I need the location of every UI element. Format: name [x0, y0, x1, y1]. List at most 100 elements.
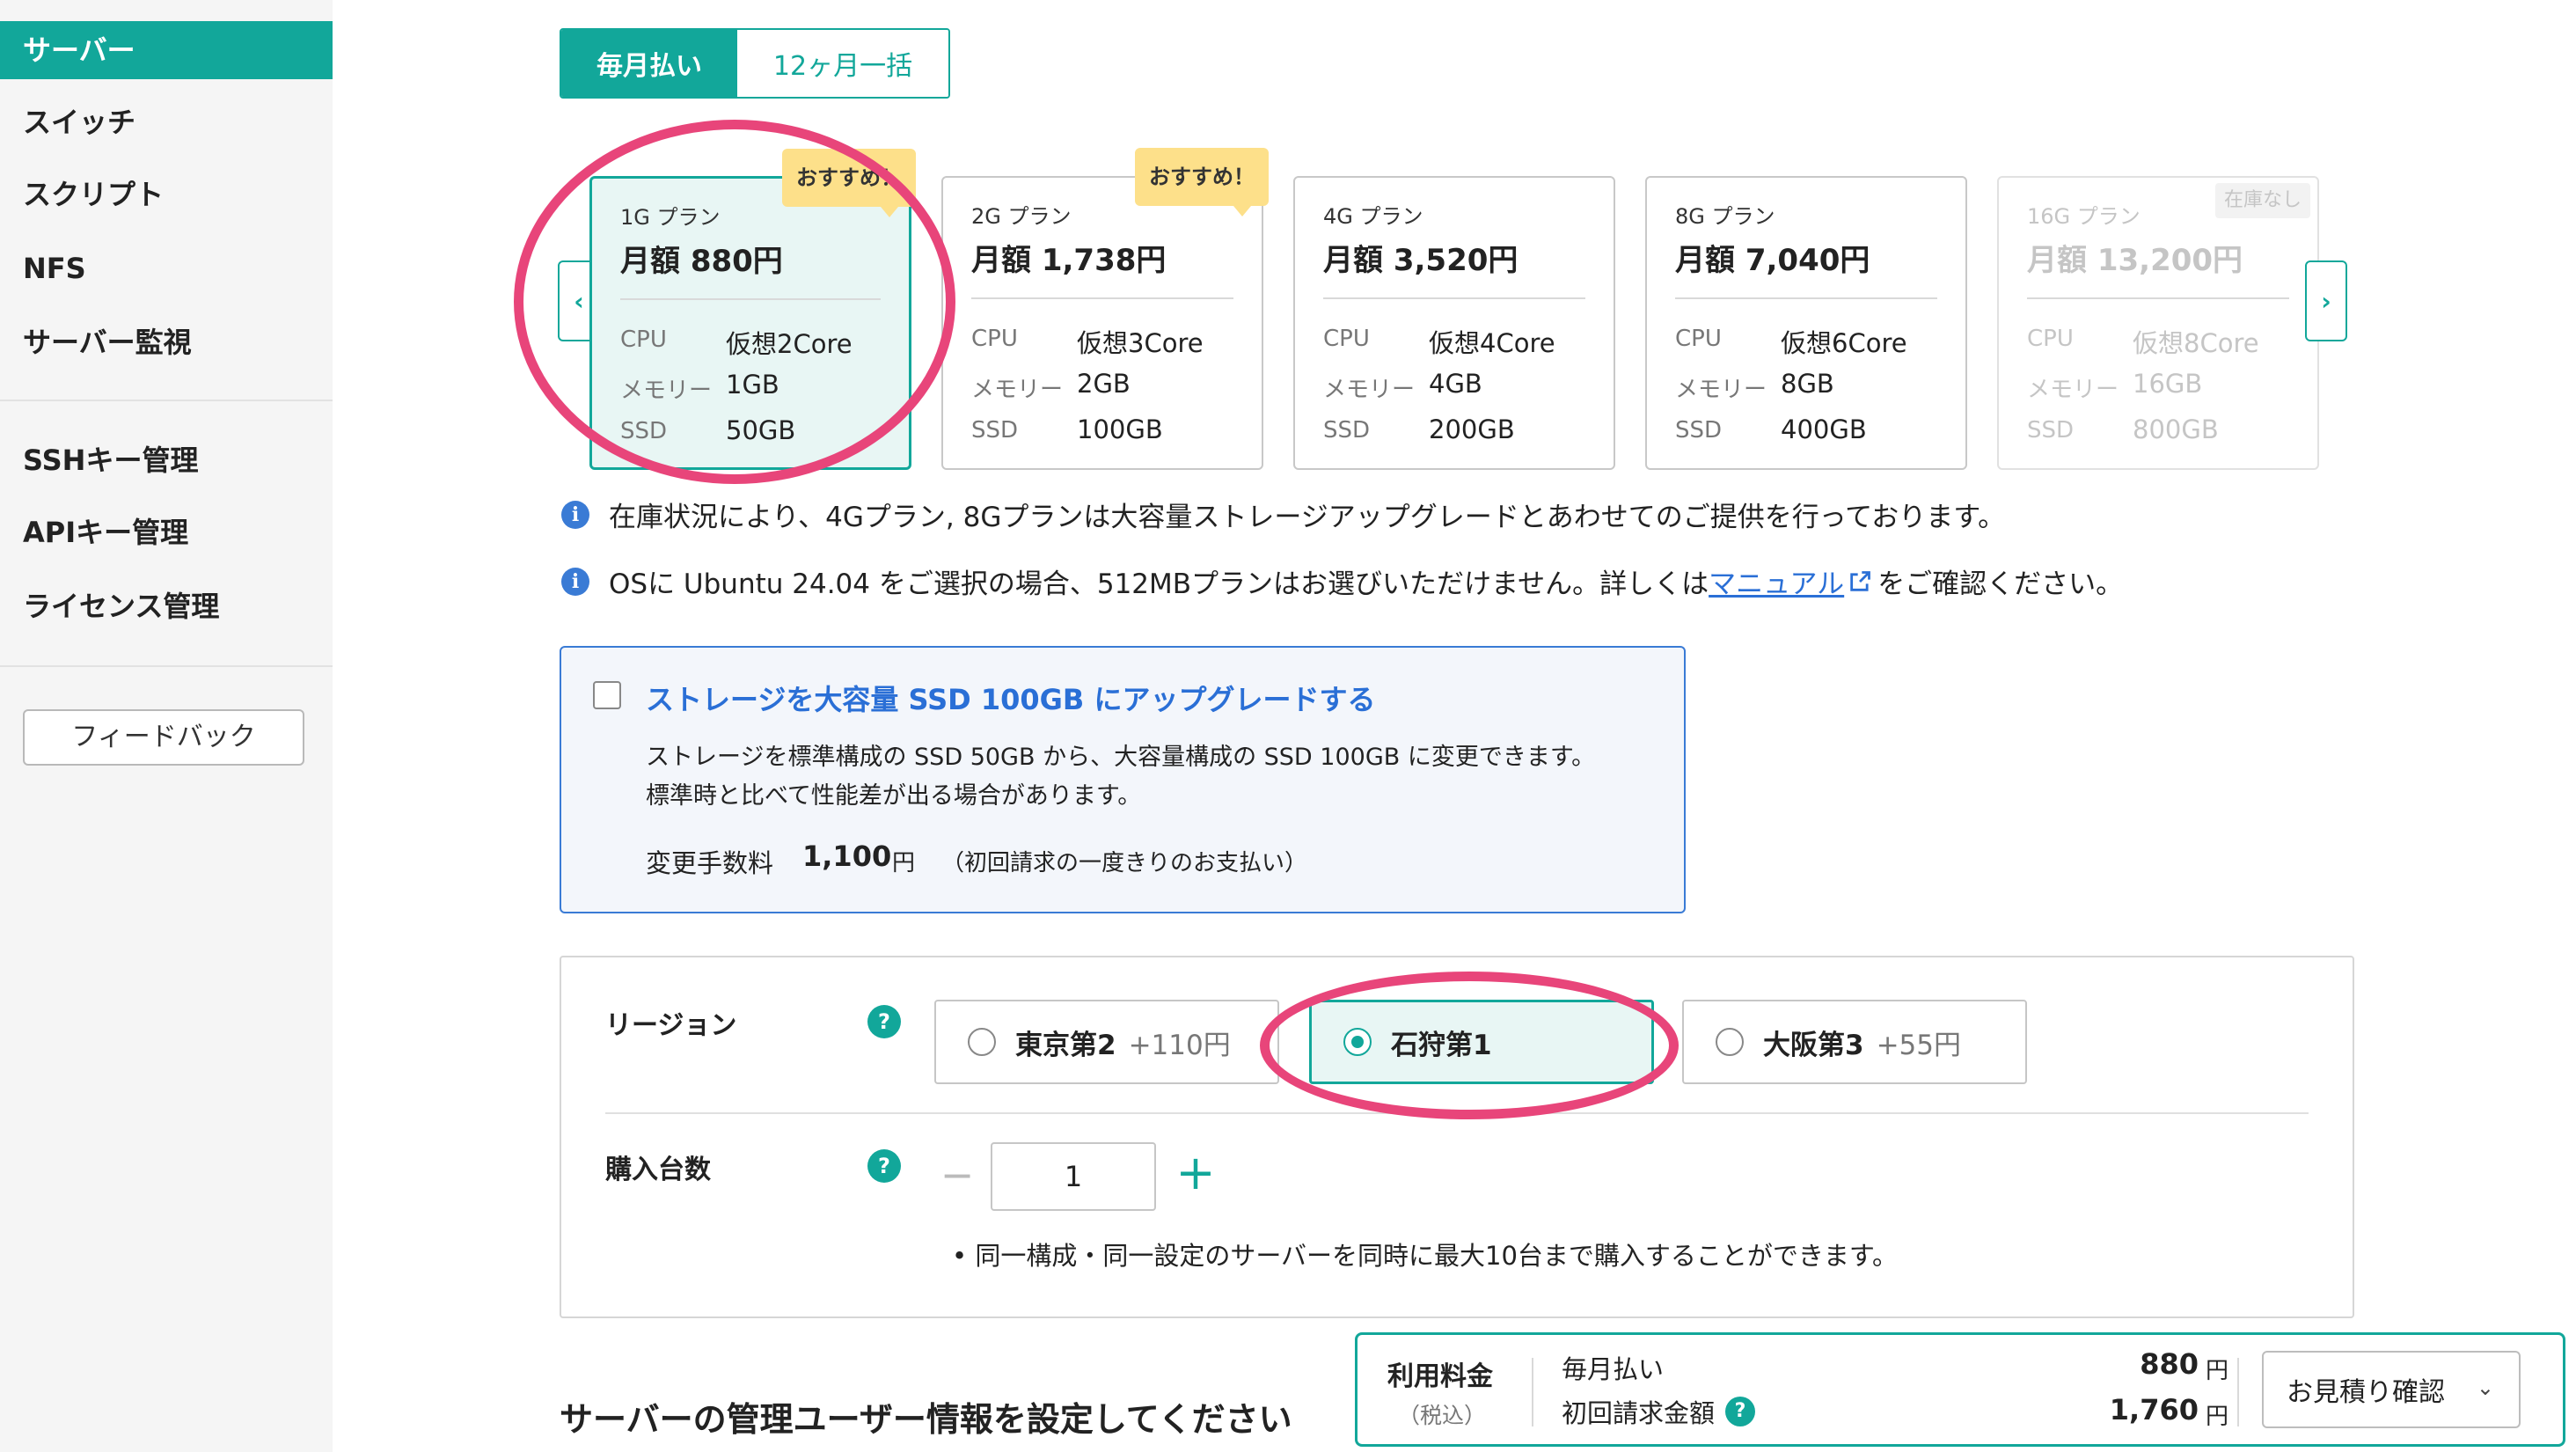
- divider: [2237, 1358, 2239, 1426]
- spec-label-memory: メモリー: [1675, 377, 1767, 403]
- plan-name: 16G プラン: [2027, 204, 2141, 229]
- sidebar-item-licenses[interactable]: ライセンス管理: [0, 577, 333, 635]
- storage-upgrade-panel: ストレージを大容量 SSD 100GB にアップグレードする ストレージを標準構…: [560, 646, 1686, 913]
- spec-label-ssd: SSD: [2027, 417, 2075, 444]
- spec-cpu: 仮想4Core: [1429, 328, 1555, 358]
- plan-name: 8G プラン: [1675, 204, 1775, 229]
- spec-label-ssd: SSD: [1323, 417, 1371, 444]
- tab-yearly[interactable]: 12ヶ月一括: [737, 30, 948, 97]
- spec-ssd: 200GB: [1429, 414, 1515, 444]
- plan-name: 1G プラン: [620, 205, 721, 230]
- tax-included-label: （税込）: [1398, 1403, 1487, 1428]
- region-name: 大阪第3: [1763, 1029, 1864, 1061]
- sidebar-item-api-keys[interactable]: APIキー管理: [0, 503, 333, 561]
- sidebar-item-server[interactable]: サーバー: [0, 21, 333, 79]
- price-summary-bar: 利用料金 （税込） 毎月払い 初回請求金額 ? 880 円 1,760 円 お見…: [1355, 1332, 2565, 1447]
- sidebar-item-script[interactable]: スクリプト: [0, 165, 333, 224]
- info-text: をご確認ください。: [1877, 568, 2124, 600]
- spec-cpu: 仮想3Core: [1077, 328, 1204, 358]
- spec-label-ssd: SSD: [971, 417, 1019, 444]
- spec-ssd: 800GB: [2133, 414, 2219, 444]
- spec-memory: 8GB: [1781, 369, 1834, 399]
- spec-label-cpu: CPU: [971, 326, 1018, 352]
- spec-memory: 4GB: [1429, 369, 1482, 399]
- info-ubuntu-notice: i OSに Ubuntu 24.04 をご選択の場合、512MBプランはお選びい…: [561, 561, 2123, 601]
- spec-label-memory: メモリー: [620, 378, 713, 404]
- help-icon[interactable]: ?: [1725, 1397, 1756, 1426]
- spec-label-cpu: CPU: [1675, 326, 1722, 352]
- plan-name: 2G プラン: [971, 204, 1072, 229]
- external-link-icon: [1850, 570, 1871, 591]
- plan-card-8g[interactable]: 8G プラン 月額 7,040円 CPU 仮想6Core メモリー 8GB SS…: [1645, 176, 1967, 470]
- out-of-stock-tag: 在庫なし: [2214, 183, 2310, 218]
- spec-cpu: 仮想8Core: [2133, 328, 2259, 358]
- currency-unit: 円: [2205, 1358, 2228, 1384]
- sidebar-divider: [0, 400, 333, 401]
- sidebar: サーバー スイッチ スクリプト NFS サーバー監視 SSHキー管理 APIキー…: [0, 0, 333, 1452]
- plan-price: 月額 13,200円: [2027, 243, 2243, 278]
- help-icon[interactable]: ?: [867, 1149, 901, 1183]
- spec-ssd: 50GB: [726, 415, 796, 445]
- upgrade-checkbox[interactable]: [593, 681, 621, 709]
- help-icon[interactable]: ?: [867, 1005, 901, 1038]
- region-surcharge: +55円: [1876, 1029, 1961, 1061]
- region-label: リージョン: [605, 1010, 737, 1041]
- recommended-badge: おすすめ！: [782, 149, 916, 217]
- fee-note: （初回請求の一度きりのお支払い）: [941, 850, 1308, 876]
- sidebar-item-server-monitoring[interactable]: サーバー監視: [0, 313, 333, 371]
- region-quantity-panel: リージョン ? 東京第2 +110円 石狩第1 大阪第3 +55円 購入台数 ?…: [560, 956, 2354, 1318]
- upgrade-description: ストレージを標準構成の SSD 50GB から、大容量構成の SSD 100GB…: [646, 744, 1596, 771]
- region-option-ishikari1[interactable]: 石狩第1: [1309, 1000, 1654, 1084]
- spec-label-ssd: SSD: [1675, 417, 1723, 444]
- spec-label-cpu: CPU: [2027, 326, 2074, 352]
- spec-label-ssd: SSD: [620, 418, 668, 444]
- feedback-button[interactable]: フィードバック: [23, 709, 304, 766]
- region-name: 石狩第1: [1391, 1029, 1492, 1061]
- region-surcharge: +110円: [1128, 1029, 1231, 1061]
- info-stock-notice: i 在庫状況により、4Gプラン, 8Gプランは大容量ストレージアップグレードとあ…: [561, 495, 2005, 534]
- radio-button: [1343, 1028, 1372, 1056]
- spec-label-memory: メモリー: [1323, 377, 1416, 403]
- increment-button[interactable]: +: [1172, 1149, 1219, 1197]
- plan-card-1g[interactable]: おすすめ！ 1G プラン 月額 880円 CPU 仮想2Core メモリー 1G…: [589, 149, 916, 470]
- quantity-label: 購入台数: [605, 1155, 711, 1185]
- carousel-next-button[interactable]: ›: [2305, 260, 2347, 341]
- region-option-tokyo2[interactable]: 東京第2 +110円: [934, 1000, 1279, 1084]
- currency-unit: 円: [2205, 1404, 2228, 1430]
- info-text: 在庫状況により、4Gプラン, 8Gプランは大容量ストレージアップグレードとあわせ…: [609, 502, 2006, 533]
- section-divider: [605, 1112, 2309, 1114]
- fee-value: 1,100: [802, 840, 892, 873]
- sidebar-item-switch[interactable]: スイッチ: [0, 93, 333, 151]
- fee-unit: 円: [892, 850, 916, 876]
- spec-cpu: 仮想6Core: [1781, 328, 1907, 358]
- section-title: サーバーの管理ユーザー情報を設定してください: [560, 1400, 1292, 1439]
- radio-button: [968, 1028, 996, 1056]
- tab-monthly[interactable]: 毎月払い: [561, 30, 737, 97]
- plan-card-2g[interactable]: おすすめ！ 2G プラン 月額 1,738円 CPU 仮想3Core メモリー …: [941, 148, 1269, 470]
- decrement-button[interactable]: −: [938, 1155, 977, 1195]
- plan-card-16g: 在庫なし 16G プラン 月額 13,200円 CPU 仮想8Core メモリー…: [1997, 176, 2319, 470]
- monthly-amount: 880: [2140, 1347, 2199, 1381]
- divider: [1532, 1358, 1533, 1426]
- spec-memory: 2GB: [1077, 369, 1131, 399]
- estimate-button[interactable]: お見積り確認 ⌄: [2262, 1351, 2521, 1428]
- spec-label-cpu: CPU: [1323, 326, 1370, 352]
- chevron-left-icon: ‹: [574, 286, 584, 316]
- region-name: 東京第2: [1015, 1029, 1116, 1061]
- region-option-osaka3[interactable]: 大阪第3 +55円: [1682, 1000, 2027, 1084]
- plan-price: 月額 3,520円: [1323, 243, 1519, 278]
- recommended-badge: おすすめ！: [1135, 148, 1269, 216]
- fee-label: 変更手数料: [646, 848, 774, 878]
- spec-cpu: 仮想2Core: [726, 329, 853, 359]
- sidebar-item-ssh-keys[interactable]: SSHキー管理: [0, 431, 333, 489]
- chevron-down-icon: ⌄: [2476, 1375, 2494, 1400]
- spec-label-cpu: CPU: [620, 326, 667, 353]
- quantity-input[interactable]: 1: [991, 1142, 1156, 1211]
- upgrade-title[interactable]: ストレージを大容量 SSD 100GB にアップグレードする: [646, 678, 1375, 718]
- sidebar-item-nfs[interactable]: NFS: [0, 239, 333, 297]
- plan-card-4g[interactable]: 4G プラン 月額 3,520円 CPU 仮想4Core メモリー 4GB SS…: [1293, 176, 1615, 470]
- manual-link[interactable]: マニュアル: [1709, 561, 1844, 601]
- spec-ssd: 400GB: [1781, 414, 1867, 444]
- info-icon: i: [561, 500, 589, 529]
- info-text: OSに Ubuntu 24.04 をご選択の場合、512MBプランはお選びいただ…: [609, 568, 1709, 600]
